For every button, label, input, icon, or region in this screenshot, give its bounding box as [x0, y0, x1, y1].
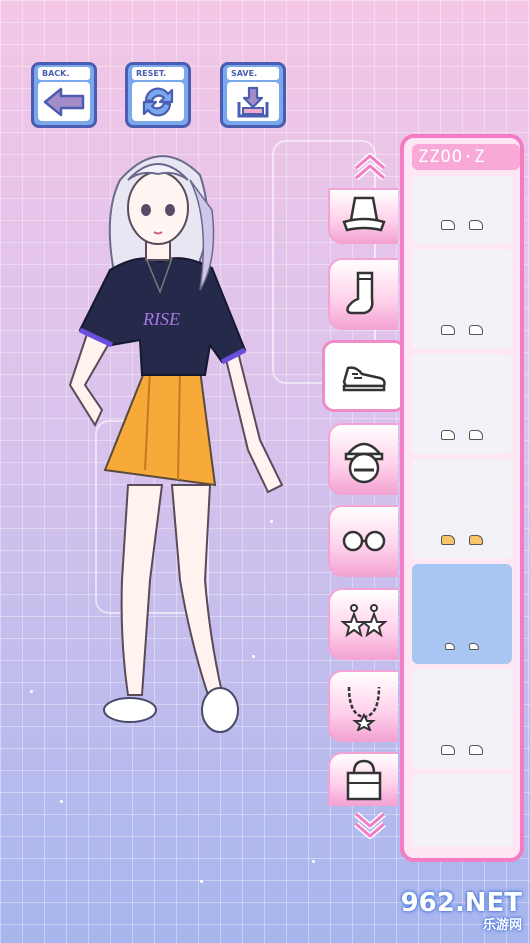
- item-slot[interactable]: [412, 774, 512, 846]
- category-tab-glasses[interactable]: [328, 505, 398, 577]
- save-button[interactable]: SAVE.: [220, 62, 286, 128]
- arrow-left-icon: [43, 87, 85, 116]
- necklace-icon: [347, 686, 381, 731]
- download-icon: [237, 86, 269, 117]
- refresh-icon: [142, 87, 174, 116]
- item-slot-selected[interactable]: [412, 564, 512, 664]
- character-figure: RISE: [68, 155, 284, 733]
- chevron-double-down-icon: [354, 811, 386, 839]
- category-scroll-up-button[interactable]: [350, 150, 390, 184]
- save-label: SAVE.: [227, 67, 279, 80]
- category-tab-shoes[interactable]: [322, 340, 406, 412]
- chevron-double-up-icon: [354, 153, 386, 181]
- category-tab-hat[interactable]: [328, 188, 398, 244]
- sneaker-icon: [342, 366, 386, 392]
- item-list[interactable]: [412, 176, 512, 846]
- star-earrings-icon: [340, 604, 388, 638]
- category-tab-earrings[interactable]: [328, 588, 398, 660]
- item-slot[interactable]: [412, 669, 512, 769]
- item-slot[interactable]: [412, 354, 512, 454]
- reset-button[interactable]: RESET.: [125, 62, 191, 128]
- shirt-text: RISE: [142, 309, 180, 329]
- category-tab-bag[interactable]: [328, 752, 398, 806]
- category-tab-necklace[interactable]: [328, 670, 398, 742]
- item-slot[interactable]: [412, 459, 512, 559]
- back-label: BACK.: [38, 67, 90, 80]
- cap-icon: [344, 442, 384, 484]
- item-slot[interactable]: [412, 249, 512, 349]
- reset-label: RESET.: [132, 67, 184, 80]
- category-tab-socks[interactable]: [328, 258, 398, 330]
- watermark-logo: 962.NET 乐游网: [401, 888, 522, 933]
- item-panel: ZZOO·Z: [400, 134, 524, 862]
- item-slot[interactable]: [412, 176, 512, 244]
- bag-icon: [346, 759, 382, 801]
- panel-title: ZZOO·Z: [412, 144, 520, 170]
- bucket-hat-icon: [342, 196, 386, 232]
- category-tab-cap[interactable]: [328, 423, 398, 495]
- back-button[interactable]: BACK.: [31, 62, 97, 128]
- glasses-icon: [342, 530, 386, 552]
- sock-icon: [346, 271, 374, 315]
- category-scroll-down-button[interactable]: [350, 808, 390, 842]
